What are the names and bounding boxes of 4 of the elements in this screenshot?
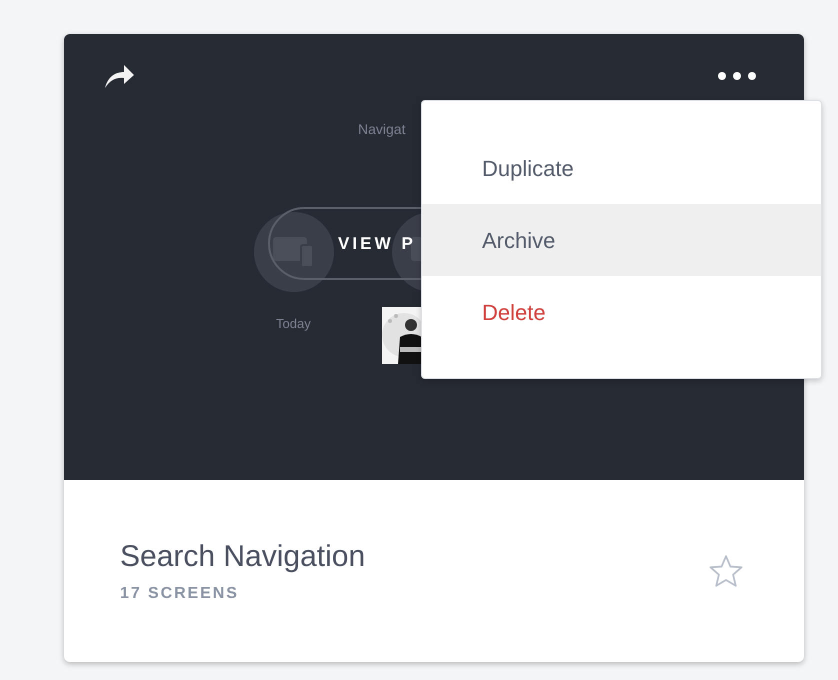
project-title: Search Navigation	[120, 542, 366, 572]
screen-title: Navigat	[358, 120, 406, 139]
date-caption: Today	[276, 315, 311, 333]
screen-count: 17 SCREENS	[120, 584, 240, 604]
